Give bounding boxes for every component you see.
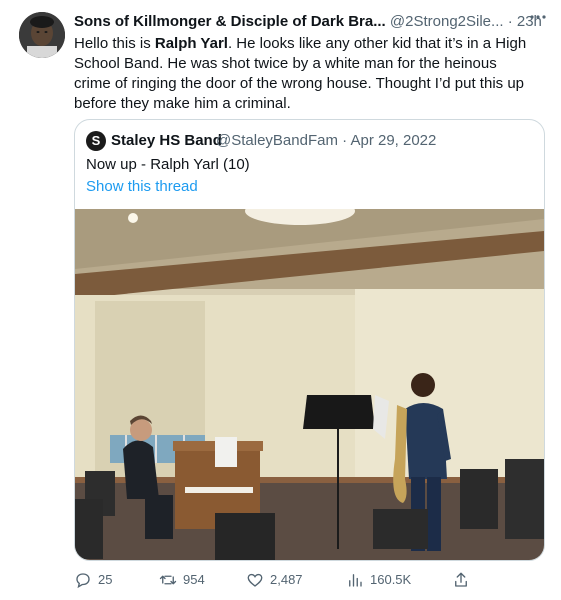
- quoted-text: Now up - Ralph Yarl (10): [86, 156, 250, 173]
- separator-dot: ·: [507, 13, 513, 30]
- retweet-button[interactable]: 954: [159, 568, 205, 592]
- show-thread-link[interactable]: Show this thread: [86, 177, 198, 197]
- staley-logo-icon: S: [86, 131, 106, 151]
- views-button[interactable]: 160.5K: [346, 568, 411, 592]
- quoted-photo[interactable]: [75, 209, 544, 560]
- quoted-handle-date: @StaleyBandFam · Apr 29, 2022: [216, 131, 436, 151]
- action-bar: 25 954 2,487 160.5K: [74, 568, 554, 592]
- avatar[interactable]: [19, 12, 65, 58]
- views-count: 160.5K: [370, 572, 412, 587]
- quoted-tweet[interactable]: S Staley HS Band @StaleyBandFam · Apr 29…: [74, 119, 545, 561]
- tweet-header: Sons of Killmonger & Disciple of Dark Br…: [74, 12, 544, 32]
- heart-icon: [247, 573, 263, 587]
- reply-icon: [76, 573, 90, 589]
- tweet-text-part1: Hello this is: [74, 35, 155, 52]
- quoted-date: Apr 29, 2022: [350, 132, 437, 149]
- like-count: 2,487: [270, 572, 303, 587]
- band-photo-image: [75, 209, 544, 560]
- views-chart-icon: [349, 574, 362, 587]
- quoted-author-handle: @StaleyBandFam: [216, 132, 338, 149]
- reply-count: 25: [98, 572, 113, 587]
- reply-button[interactable]: 25: [74, 568, 112, 592]
- author-name[interactable]: Sons of Killmonger & Disciple of Dark Br…: [74, 13, 386, 30]
- more-icon[interactable]: [529, 8, 547, 31]
- retweet-count: 954: [183, 572, 205, 587]
- share-button[interactable]: [452, 568, 470, 592]
- tweet-text: Hello this is Ralph Yarl. He looks like …: [74, 34, 536, 114]
- quoted-author-name: Staley HS Band: [111, 132, 222, 149]
- tweet-text-bold: Ralph Yarl: [154, 35, 228, 52]
- share-icon: [455, 572, 467, 587]
- avatar-image: [19, 12, 65, 58]
- retweet-icon: [159, 575, 177, 585]
- quoted-separator: ·: [342, 132, 348, 149]
- like-button[interactable]: 2,487: [246, 568, 303, 592]
- tweet[interactable]: Sons of Killmonger & Disciple of Dark Br…: [0, 0, 561, 600]
- author-handle[interactable]: @2Strong2Sile...: [390, 13, 504, 30]
